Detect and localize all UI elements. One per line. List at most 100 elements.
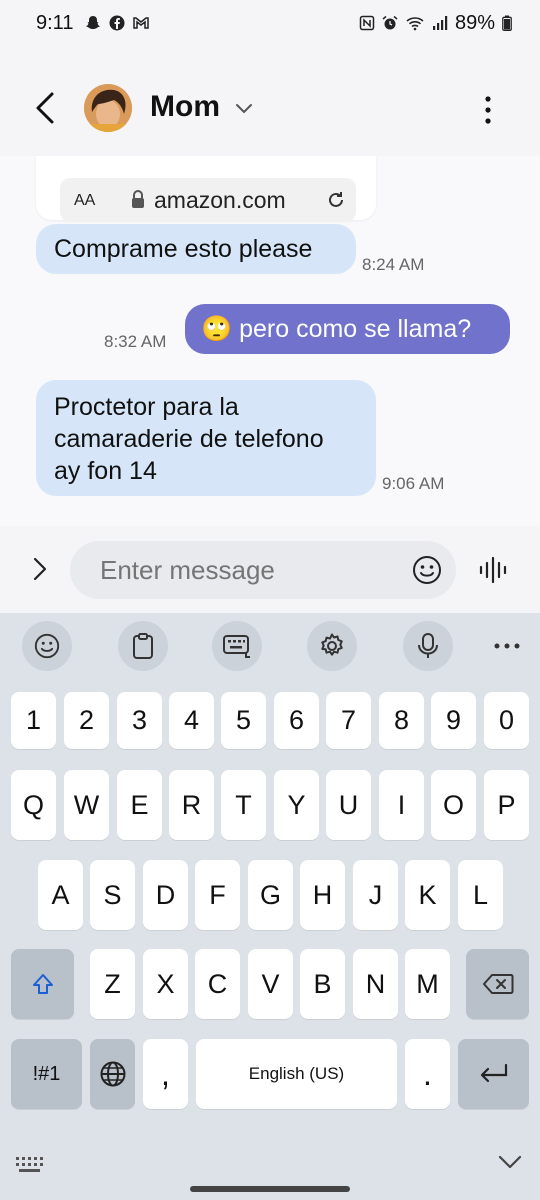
message-timestamp: 8:24 AM [362,255,425,274]
incoming-message-bubble[interactable]: Comprame esto please [36,224,356,274]
key-r[interactable]: R [169,770,214,840]
signal-icon [432,16,448,30]
system-nav-area [0,1148,540,1200]
key-i[interactable]: I [379,770,424,840]
lock-icon [132,190,144,208]
facebook-icon [109,15,125,31]
keyboard-toolbar [0,621,540,673]
enter-key[interactable] [458,1039,529,1109]
key-c[interactable]: C [195,949,240,1019]
key-7[interactable]: 7 [326,692,371,749]
home-indicator[interactable] [190,1186,350,1192]
avatar-photo [84,84,132,132]
shift-key[interactable] [11,949,74,1019]
message-timestamp: 9:06 AM [382,474,445,493]
battery-percent: 89% [454,11,495,34]
key-k[interactable]: K [405,860,450,930]
key-3[interactable]: 3 [117,692,162,749]
message-list[interactable]: AA amazon.com Comprame esto please 8:24 … [0,156,540,526]
comma-key[interactable]: , [143,1039,188,1109]
key-h[interactable]: H [300,860,345,930]
voice-input-icon[interactable] [478,556,510,584]
text-size-label: AA [74,192,96,209]
contact-name[interactable]: Mom [150,90,220,124]
key-f[interactable]: F [195,860,240,930]
key-n[interactable]: N [353,949,398,1019]
key-v[interactable]: V [248,949,293,1019]
key-4[interactable]: 4 [169,692,214,749]
chevron-down-icon[interactable] [234,100,254,116]
incoming-message-bubble[interactable]: Proctetor para la camaraderie de telefon… [36,380,376,496]
emoji-icon[interactable] [22,621,72,671]
more-options-icon[interactable] [476,90,500,130]
message-text-line: Proctetor para la [54,393,239,421]
globe-icon [100,1061,125,1087]
wifi-icon [406,17,424,31]
chevron-right-icon[interactable] [32,556,48,582]
message-timestamp: 8:32 AM [104,332,167,351]
outgoing-message-bubble[interactable]: 🙄 pero como se llama? [185,304,510,354]
battery-icon [502,15,512,31]
message-text-line: camaraderie de telefono [54,425,324,453]
status-time: 9:11 [36,11,74,34]
message-input[interactable] [100,555,400,586]
space-bar[interactable]: English (US) [196,1039,397,1109]
message-text: pero como se llama? [239,315,472,343]
message-input-container[interactable] [70,541,456,599]
message-text: Comprame esto please [54,235,313,263]
backspace-icon [482,974,513,994]
screenshot-preview[interactable]: AA amazon.com [36,156,376,222]
period-key[interactable]: . [405,1039,450,1109]
key-8[interactable]: 8 [379,692,424,749]
key-j[interactable]: J [353,860,398,930]
key-y[interactable]: Y [274,770,319,840]
url-text: amazon.com [154,187,286,213]
key-s[interactable]: S [90,860,135,930]
back-arrow-icon[interactable] [30,90,62,126]
message-text-line: ay fon 14 [54,457,157,485]
more-options-icon[interactable] [482,621,532,671]
enter-return-icon [480,1063,507,1083]
key-9[interactable]: 9 [431,692,476,749]
key-w[interactable]: W [64,770,109,840]
key-5[interactable]: 5 [221,692,266,749]
clipboard-icon[interactable] [118,621,168,671]
keyboard-grid-icon[interactable] [14,1154,46,1176]
key-o[interactable]: O [431,770,476,840]
keyboard: 1 2 3 4 5 6 7 8 9 0 Q W E R T Y U I O P … [0,613,540,1200]
key-l[interactable]: L [458,860,503,930]
emoji-icon[interactable] [412,555,442,585]
key-2[interactable]: 2 [64,692,109,749]
microphone-icon[interactable] [403,621,453,671]
key-p[interactable]: P [484,770,529,840]
key-q[interactable]: Q [11,770,56,840]
symbols-key[interactable]: !#1 [11,1039,82,1109]
key-1[interactable]: 1 [11,692,56,749]
key-m[interactable]: M [405,949,450,1019]
conversation-header: Mom [0,62,540,156]
contact-avatar[interactable] [84,84,132,132]
key-d[interactable]: D [143,860,188,930]
key-0[interactable]: 0 [484,692,529,749]
key-u[interactable]: U [326,770,371,840]
key-6[interactable]: 6 [274,692,319,749]
face-with-rolling-eyes-emoji: 🙄 [201,315,233,343]
nfc-icon [359,15,375,31]
keyboard-mode-icon[interactable] [212,621,262,671]
backspace-key[interactable] [466,949,529,1019]
key-e[interactable]: E [117,770,162,840]
key-z[interactable]: Z [90,949,135,1019]
status-bar: 9:11 89% [0,0,540,46]
settings-gear-icon[interactable] [307,621,357,671]
key-t[interactable]: T [221,770,266,840]
language-key[interactable] [90,1039,135,1109]
key-x[interactable]: X [143,949,188,1019]
gmail-icon [133,17,150,29]
message-composer [0,526,540,613]
reload-icon [329,192,343,207]
key-a[interactable]: A [38,860,83,930]
chevron-down-icon[interactable] [498,1154,522,1170]
key-b[interactable]: B [300,949,345,1019]
key-g[interactable]: G [248,860,293,930]
shift-arrow-icon [32,974,53,994]
